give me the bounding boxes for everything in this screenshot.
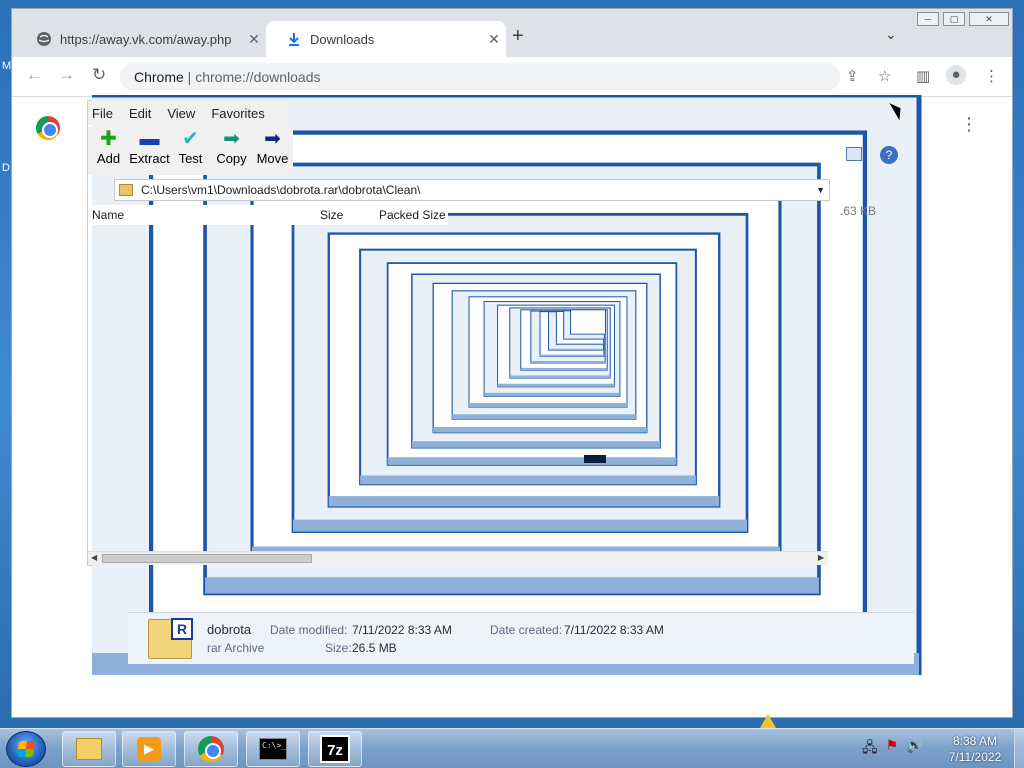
omnibox-url: chrome://downloads — [195, 69, 321, 85]
forward-icon[interactable]: → — [58, 65, 75, 85]
volume-icon[interactable]: 🔊 — [906, 737, 923, 761]
tab-strip: https://away.vk.com/away.php ✕ Downloads… — [12, 9, 1012, 57]
menu-file[interactable]: File — [92, 106, 113, 121]
column-size[interactable]: Size — [320, 208, 343, 222]
taskbar: ▶ C:\>_ 7z 🖧 ⚑ 🔊 8:38 AM 7/11/2022 — [0, 728, 1024, 768]
star-icon[interactable]: ☆ — [878, 67, 891, 85]
help-icon[interactable]: ? — [880, 146, 898, 164]
column-header: Name Size Packed Size — [88, 205, 448, 225]
taskbar-chrome[interactable] — [184, 731, 238, 767]
move-arrow-icon: ➡ — [264, 128, 281, 150]
scroll-right-icon[interactable]: ▶ — [818, 553, 824, 562]
date-modified-value: 7/11/2022 8:33 AM — [352, 623, 452, 637]
clock-date: 7/11/2022 — [948, 750, 1002, 764]
chevron-down-icon[interactable]: ▼ — [816, 185, 825, 195]
tool-label: Add — [96, 151, 121, 166]
tab-label: https://away.vk.com/away.php — [60, 31, 232, 47]
folder-icon — [76, 738, 102, 760]
close-icon[interactable]: ✕ — [242, 31, 266, 48]
extract-button[interactable]: ▬ Extract — [129, 127, 170, 175]
maximize-button[interactable]: ▢ — [943, 12, 965, 26]
plus-icon: ✚ — [100, 128, 117, 150]
clock[interactable]: 8:38 AM 7/11/2022 — [940, 733, 1010, 765]
reload-icon[interactable]: ↻ — [92, 65, 106, 85]
add-button[interactable]: ✚ Add — [88, 127, 129, 175]
chrome-logo-icon — [36, 116, 60, 140]
omnibox-scheme: Chrome — [134, 69, 184, 85]
size-value: 26.5 MB — [352, 641, 397, 655]
globe-icon — [36, 31, 52, 47]
tab-away-vk[interactable]: https://away.vk.com/away.php ✕ — [16, 21, 266, 57]
size-value: .63 KB — [840, 204, 877, 218]
taskbar-7zip[interactable]: 7z — [308, 731, 362, 767]
scrollbar-thumb[interactable] — [102, 554, 312, 563]
taskbar-cmd[interactable]: C:\>_ — [246, 731, 300, 767]
sevenzip-icon: 7z — [320, 735, 350, 763]
date-modified-label: Date modified: — [270, 623, 348, 637]
chevron-down-icon[interactable]: ⌄ — [885, 26, 897, 43]
tool-label: Extract — [129, 151, 170, 166]
profile-icon[interactable]: ● — [946, 65, 966, 85]
rar-badge: R — [171, 618, 193, 640]
terminal-icon: C:\>_ — [259, 738, 287, 760]
minimize-button[interactable]: ─ — [917, 12, 939, 26]
path-text: C:\Users\vm1\Downloads\dobrota.rar\dobro… — [141, 183, 421, 197]
close-button[interactable]: ✕ — [969, 12, 1009, 26]
tab-downloads[interactable]: Downloads ✕ — [266, 21, 506, 57]
toolbar: ✚ Add ▬ Extract ✔ Test ➡ Copy ➡ Move — [88, 127, 293, 175]
move-button[interactable]: ➡ Move — [252, 127, 293, 175]
tool-label: Test — [178, 151, 203, 166]
network-icon[interactable]: 🖧 — [862, 737, 878, 761]
sevenzip-window: File Edit View Favorites ✚ Add ▬ Extract ✔… — [87, 100, 837, 566]
tool-label: Copy — [216, 151, 247, 166]
folder-icon — [119, 184, 133, 196]
menu-view[interactable]: View — [167, 106, 195, 121]
action-center-icon[interactable]: ⚑ — [886, 737, 899, 761]
taskbar-explorer[interactable] — [62, 731, 116, 767]
test-button[interactable]: ✔ Test — [170, 127, 211, 175]
rar-archive-icon: R — [148, 618, 193, 659]
system-tray: 🖧 ⚑ 🔊 — [862, 737, 924, 761]
copy-arrow-icon: ➡ — [223, 128, 240, 150]
side-panel-icon[interactable]: ▥ — [916, 67, 930, 85]
close-icon[interactable]: ✕ — [482, 31, 506, 48]
menu-edit[interactable]: Edit — [129, 106, 151, 121]
download-icon — [286, 31, 302, 47]
taskbar-media-player[interactable]: ▶ — [122, 731, 176, 767]
size-label: Size: — [325, 641, 352, 655]
tab-label: Downloads — [310, 31, 375, 47]
menu-bar: File Edit View Favorites — [88, 101, 288, 125]
back-icon[interactable]: ← — [26, 65, 43, 85]
start-button[interactable] — [6, 731, 46, 767]
preview-pane-icon[interactable] — [846, 147, 862, 161]
minus-icon: ▬ — [139, 128, 160, 150]
column-packed-size[interactable]: Packed Size — [379, 208, 446, 222]
file-type: rar Archive — [207, 641, 265, 655]
media-player-icon: ▶ — [137, 737, 161, 761]
desktop-label: D — [2, 162, 10, 174]
horizontal-scrollbar[interactable]: ◀ ▶ — [88, 551, 828, 565]
column-name[interactable]: Name — [92, 208, 124, 222]
tool-label: Move — [256, 151, 289, 166]
share-icon[interactable]: ⇪ — [846, 67, 859, 85]
clock-time: 8:38 AM — [952, 734, 998, 748]
address-bar[interactable]: Chrome | chrome://downloads — [120, 63, 840, 91]
more-options-icon[interactable]: ⋮ — [960, 114, 978, 135]
date-created-value: 7/11/2022 8:33 AM — [564, 623, 664, 637]
warning-icon — [760, 714, 776, 728]
new-tab-button[interactable]: + — [512, 25, 524, 48]
scroll-left-icon[interactable]: ◀ — [91, 553, 97, 562]
details-pane: R dobrota rar Archive Date modified: 7/1… — [128, 612, 914, 664]
menu-favorites[interactable]: Favorites — [211, 106, 264, 121]
menu-icon[interactable]: ⋮ — [984, 67, 999, 85]
desktop-label: M — [2, 60, 12, 72]
chrome-icon — [198, 736, 224, 762]
check-icon: ✔ — [182, 128, 199, 150]
chrome-toolbar: ← → ↻ Chrome | chrome://downloads ⇪ ☆ ▥ … — [12, 57, 1012, 97]
file-name: dobrota — [207, 622, 252, 637]
copy-button[interactable]: ➡ Copy — [211, 127, 252, 175]
show-desktop-button[interactable] — [1014, 729, 1024, 768]
date-created-label: Date created: — [490, 623, 563, 637]
path-bar[interactable]: C:\Users\vm1\Downloads\dobrota.rar\dobro… — [114, 179, 830, 201]
